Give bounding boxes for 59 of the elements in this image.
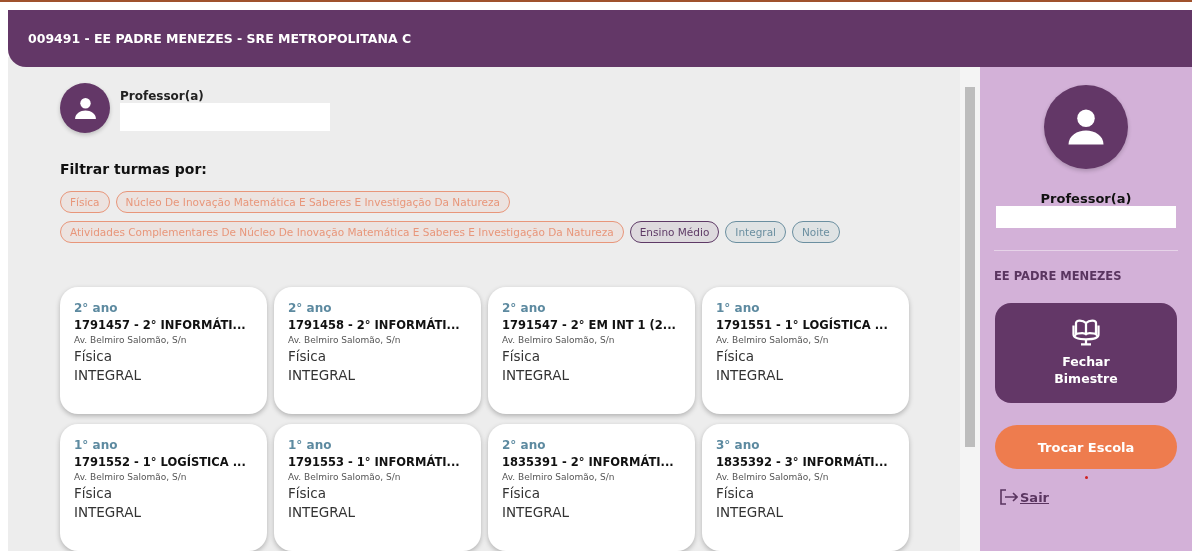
class-subject: Física xyxy=(502,485,541,501)
class-address: Av. Belmiro Salomão, S/n xyxy=(716,472,830,482)
class-shift: INTEGRAL xyxy=(74,504,142,520)
logout-link[interactable]: Sair xyxy=(1000,489,1049,505)
class-card[interactable]: 1° ano 1791552 - 1° LOGÍSTICA ... Av. Belmiro Salomão, S/n Física INTEGRAL xyxy=(60,424,267,551)
person-icon xyxy=(72,95,98,121)
class-name: 1835391 - 2° INFORMÁTI... xyxy=(502,455,675,469)
class-year: 1° ano xyxy=(74,438,119,452)
class-year: 2° ano xyxy=(288,301,333,315)
close-term-button[interactable]: Fechar Bimestre xyxy=(995,303,1177,403)
class-card[interactable]: 1° ano 1791551 - 1° LOGÍSTICA ... Av. Belmiro Salomão, S/n Física INTEGRAL xyxy=(702,287,909,414)
class-card[interactable]: 2° ano 1791457 - 2° INFORMÁTI... Av. Belmiro Salomão, S/n Física INTEGRAL xyxy=(60,287,267,414)
filter-title: Filtrar turmas por: xyxy=(60,161,208,177)
class-shift: INTEGRAL xyxy=(716,504,784,520)
class-subject: Física xyxy=(74,348,113,364)
class-address: Av. Belmiro Salomão, S/n xyxy=(502,335,616,345)
class-card[interactable]: 2° ano 1835391 - 2° INFORMÁTI... Av. Belmiro Salomão, S/n Física INTEGRAL xyxy=(488,424,695,551)
class-name: 1791551 - 1° LOGÍSTICA ... xyxy=(716,318,889,332)
class-name: 1791552 - 1° LOGÍSTICA ... xyxy=(74,455,247,469)
class-name: 1791553 - 1° INFORMÁTI... xyxy=(288,455,461,469)
class-address: Av. Belmiro Salomão, S/n xyxy=(74,335,188,345)
class-card[interactable]: 2° ano 1791458 - 2° INFORMÁTI... Av. Belmiro Salomão, S/n Física INTEGRAL xyxy=(274,287,481,414)
role-label: Professor(a) xyxy=(120,89,205,103)
class-shift: INTEGRAL xyxy=(502,504,570,520)
class-shift: INTEGRAL xyxy=(502,367,570,383)
filter-chip[interactable]: Ensino Médio xyxy=(629,221,720,243)
logout-icon xyxy=(1000,489,1018,505)
class-shift: INTEGRAL xyxy=(74,367,142,383)
class-subject: Física xyxy=(74,485,113,501)
class-year: 2° ano xyxy=(74,301,119,315)
class-address: Av. Belmiro Salomão, S/n xyxy=(74,472,188,482)
class-name: 1791457 - 2° INFORMÁTI... xyxy=(74,318,247,332)
header-title: 009491 - EE PADRE MENEZES - SRE METROPOLITANA C xyxy=(8,10,1192,67)
role-label: Professor(a) xyxy=(1040,191,1132,206)
class-address: Av. Belmiro Salomão, S/n xyxy=(288,335,402,345)
class-name: 1791458 - 2° INFORMÁTI... xyxy=(288,318,461,332)
class-year: 3° ano xyxy=(716,438,761,452)
class-year: 1° ano xyxy=(288,438,333,452)
class-subject: Física xyxy=(716,348,755,364)
class-shift: INTEGRAL xyxy=(288,367,356,383)
class-year: 2° ano xyxy=(502,301,547,315)
class-year: 1° ano xyxy=(716,301,761,315)
class-subject: Física xyxy=(716,485,755,501)
class-address: Av. Belmiro Salomão, S/n xyxy=(716,335,830,345)
class-card[interactable]: 3° ano 1835392 - 3° INFORMÁTI... Av. Belmiro Salomão, S/n Física INTEGRAL xyxy=(702,424,909,551)
class-shift: INTEGRAL xyxy=(288,504,356,520)
class-address: Av. Belmiro Salomão, S/n xyxy=(288,472,402,482)
class-card[interactable]: 1° ano 1791553 - 1° INFORMÁTI... Av. Belmiro Salomão, S/n Física INTEGRAL xyxy=(274,424,481,551)
class-subject: Física xyxy=(288,485,327,501)
class-subject: Física xyxy=(288,348,327,364)
class-year: 2° ano xyxy=(502,438,547,452)
class-name: 1835392 - 3° INFORMÁTI... xyxy=(716,455,889,469)
class-subject: Física xyxy=(502,348,541,364)
scrollbar-thumb[interactable] xyxy=(965,87,975,447)
school-name: EE PADRE MENEZES xyxy=(994,269,1122,283)
class-name: 1791547 - 2° EM INT 1 (2... xyxy=(502,318,677,332)
class-shift: INTEGRAL xyxy=(716,367,784,383)
class-address: Av. Belmiro Salomão, S/n xyxy=(502,472,616,482)
class-card[interactable]: 2° ano 1791547 - 2° EM INT 1 (2... Av. Belmiro Salomão, S/n Física INTEGRAL xyxy=(488,287,695,414)
